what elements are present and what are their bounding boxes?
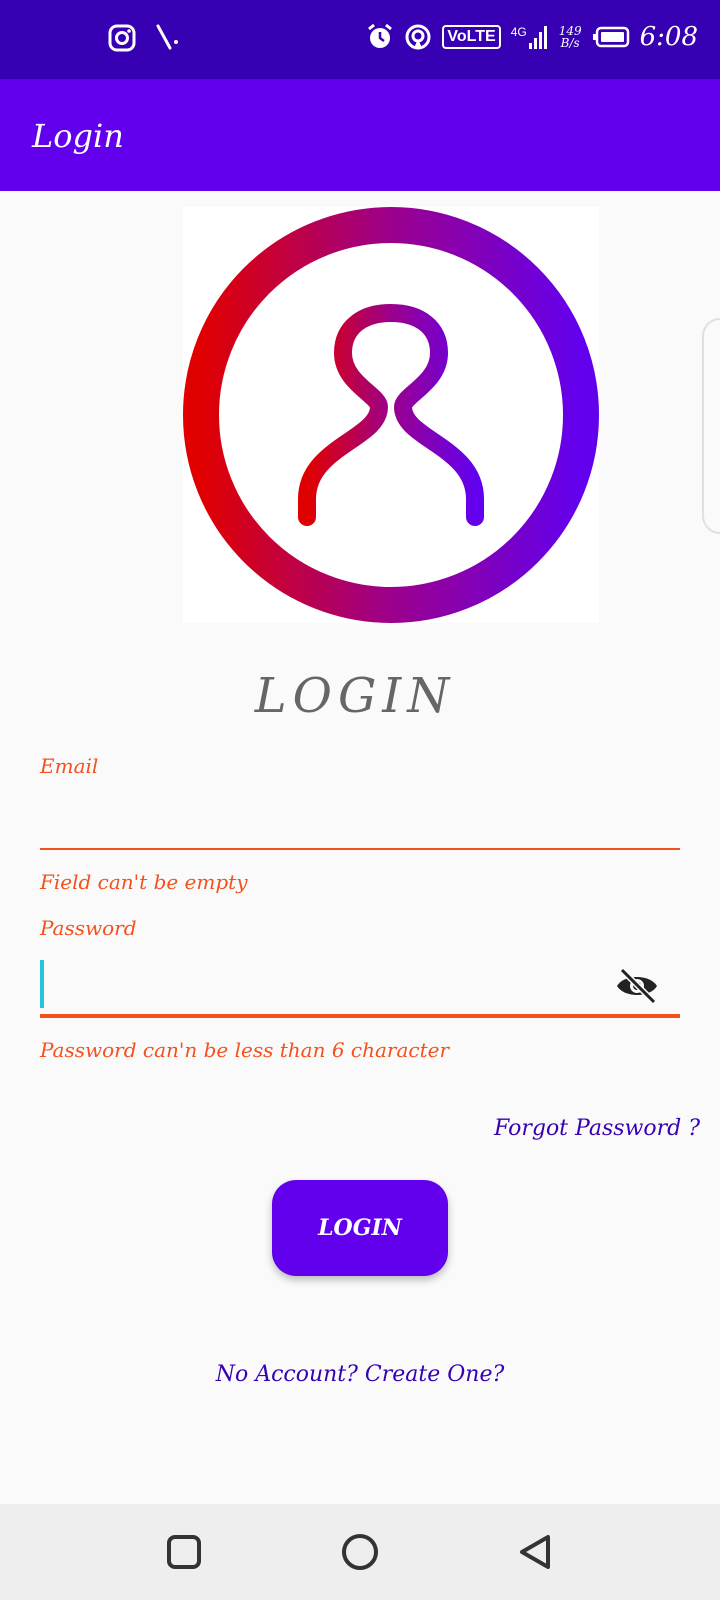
recents-square-icon[interactable] — [164, 1532, 204, 1572]
battery-icon — [592, 26, 629, 48]
navigation-bar — [0, 1504, 720, 1600]
edge-panel-handle[interactable] — [702, 318, 720, 534]
password-error: Password can'n be less than 6 character — [40, 1038, 450, 1062]
email-error: Field can't be empty — [40, 870, 248, 894]
avatar-image — [183, 207, 599, 623]
password-label: Password — [40, 916, 137, 940]
login-button[interactable]: LOGIN — [272, 1180, 448, 1276]
signal-icon — [528, 26, 547, 49]
create-account-link[interactable]: No Account? Create One? — [0, 1362, 720, 1387]
net-speed-unit: B/s — [560, 36, 580, 50]
status-bar: VoLTE 4G 149 B/s 6:08 — [0, 0, 720, 79]
volte-badge: VoLTE — [442, 25, 501, 49]
user-avatar-icon — [183, 207, 599, 623]
password-underline — [40, 1014, 680, 1018]
text-cursor — [40, 960, 44, 1008]
alarm-icon — [368, 23, 393, 48]
back-triangle-icon[interactable] — [516, 1532, 556, 1572]
instagram-icon — [108, 24, 136, 52]
status-left-icons — [108, 24, 180, 52]
network-type-label: 4G — [510, 25, 527, 39]
home-circle-icon[interactable] — [340, 1532, 380, 1572]
email-label: Email — [40, 754, 99, 778]
email-field[interactable] — [40, 786, 680, 850]
visibility-off-icon[interactable] — [614, 966, 660, 1006]
app-bar-title: Login — [32, 117, 124, 155]
forgot-password-link[interactable]: Forgot Password ? — [494, 1116, 700, 1141]
notification-icon — [156, 24, 178, 50]
login-heading: LOGIN — [254, 668, 456, 724]
email-underline — [40, 848, 680, 850]
status-time: 6:08 — [639, 22, 698, 52]
app-bar: Login — [0, 79, 720, 191]
signal-indicator: 4G — [511, 25, 549, 49]
status-right-icons: VoLTE 4G 149 B/s 6:08 — [366, 22, 698, 52]
net-speed: 149 B/s — [559, 25, 582, 49]
hotspot-icon — [405, 24, 431, 50]
password-field[interactable] — [40, 952, 680, 1018]
